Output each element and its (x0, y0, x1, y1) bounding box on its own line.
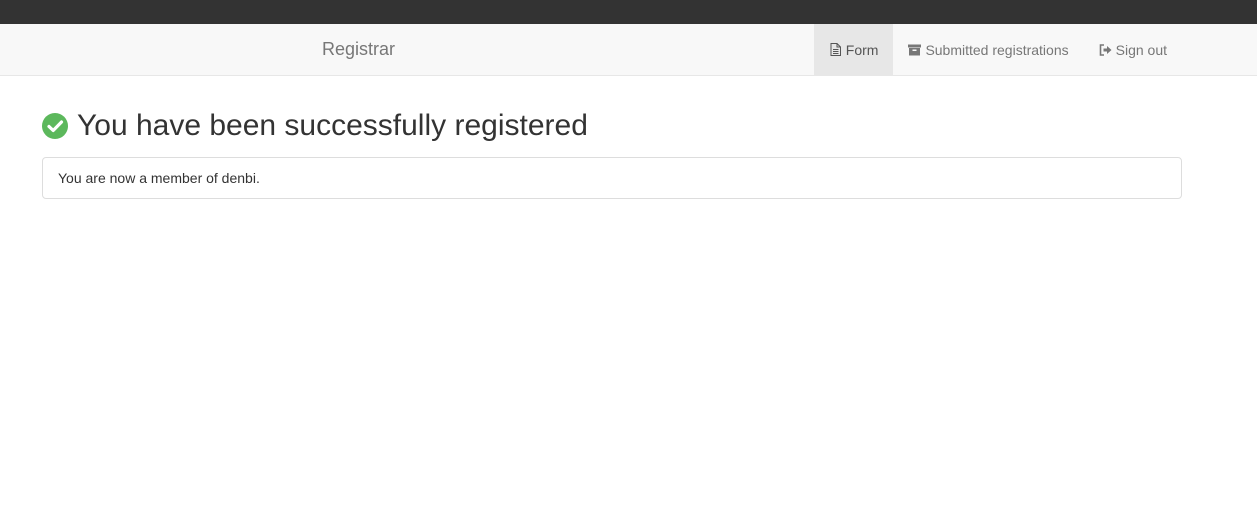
message-panel: You are now a member of denbi. (42, 157, 1182, 199)
nav-item-sign-out[interactable]: Sign out (1084, 24, 1182, 75)
top-bar (0, 0, 1257, 24)
membership-message: You are now a member of denbi. (58, 170, 260, 186)
nav-item-label: Submitted registrations (925, 41, 1069, 58)
nav-item-submitted-registrations[interactable]: Submitted registrations (893, 24, 1083, 75)
sign-out-icon (1099, 43, 1112, 57)
navbar-brand[interactable]: Registrar (322, 24, 395, 75)
nav-item-form[interactable]: Form (813, 24, 894, 75)
page-title: You have been successfully registered (77, 109, 588, 142)
check-circle-icon (42, 113, 68, 139)
navbar-menu: Form Submitted registrations Sign out (813, 24, 1182, 75)
navbar: Registrar Form Submitted registrations S… (0, 24, 1257, 76)
success-heading: You have been successfully registered (42, 108, 588, 144)
file-text-icon (829, 43, 842, 57)
archive-icon (908, 43, 922, 57)
nav-item-label: Sign out (1115, 41, 1167, 58)
nav-item-label: Form (845, 41, 879, 58)
